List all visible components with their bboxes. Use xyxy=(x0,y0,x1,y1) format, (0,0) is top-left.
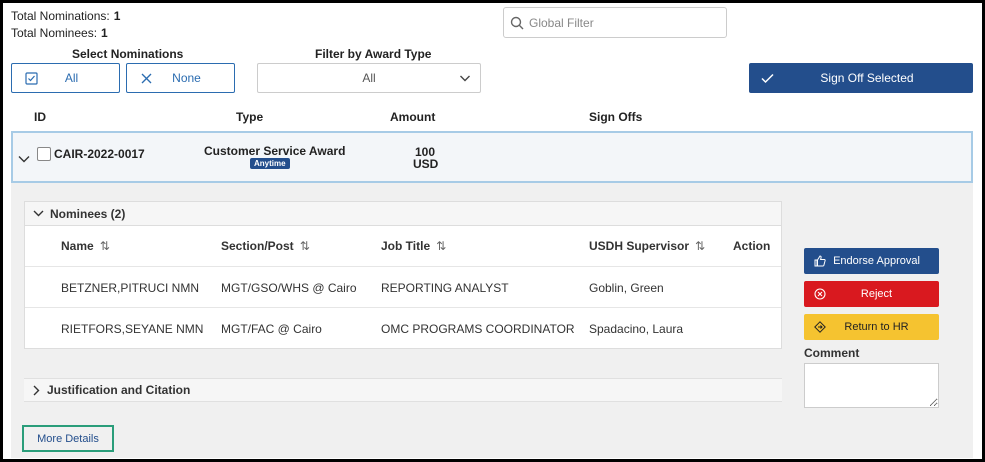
nominees-header-label: Nominees (2) xyxy=(50,206,126,221)
nomination-row[interactable]: CAIR-2022-0017 Customer Service Award An… xyxy=(11,131,973,183)
nominees-header[interactable]: Nominees (2) xyxy=(25,202,781,226)
column-header-usdh-supervisor-label: USDH Supervisor xyxy=(589,239,690,253)
column-header-section-post[interactable]: Section/Post ⇅ xyxy=(221,239,310,253)
column-header-id: ID xyxy=(34,110,46,124)
justification-label: Justification and Citation xyxy=(47,383,191,397)
chevron-down-icon xyxy=(33,209,44,218)
comment-label: Comment xyxy=(804,346,860,360)
nomination-type: Customer Service Award xyxy=(204,144,346,158)
nomination-checkbox[interactable] xyxy=(37,147,51,161)
sort-icon: ⇅ xyxy=(99,239,110,253)
column-header-job-title[interactable]: Job Title ⇅ xyxy=(381,239,446,253)
thumbs-up-icon xyxy=(814,255,826,267)
global-filter-input[interactable]: Global Filter xyxy=(503,7,727,38)
column-header-job-title-label: Job Title xyxy=(381,239,431,253)
more-details-label: More Details xyxy=(37,432,99,445)
chevron-down-icon xyxy=(459,72,471,87)
nominee-supervisor: Goblin, Green xyxy=(589,281,664,295)
return-to-hr-label: Return to HR xyxy=(844,321,909,333)
nominee-name: BETZNER,PITRUCI NMN xyxy=(61,281,199,295)
total-nominees: Total Nominees: 1 xyxy=(11,26,108,40)
column-header-section-post-label: Section/Post xyxy=(221,239,294,253)
table-row: RIETFORS,SEYANE NMN MGT/FAC @ Cairo OMC … xyxy=(25,307,781,348)
sort-icon: ⇅ xyxy=(299,239,310,253)
sort-icon: ⇅ xyxy=(436,239,447,253)
nominee-job-title: OMC PROGRAMS COORDINATOR xyxy=(381,322,575,336)
nominee-section: MGT/GSO/WHS @ Cairo xyxy=(221,281,357,295)
award-type-value: All xyxy=(362,71,376,85)
nominee-name: RIETFORS,SEYANE NMN xyxy=(61,322,204,336)
return-to-hr-button[interactable]: Return to HR xyxy=(804,314,939,340)
total-nominations-label: Total Nominations: xyxy=(11,9,110,23)
sign-off-selected-button[interactable]: Sign Off Selected xyxy=(749,63,973,93)
nominee-section: MGT/FAC @ Cairo xyxy=(221,322,322,336)
nominee-job-title: REPORTING ANALYST xyxy=(381,281,509,295)
select-all-button[interactable]: All xyxy=(11,63,120,93)
select-none-button[interactable]: None xyxy=(126,63,235,93)
nomination-id: CAIR-2022-0017 xyxy=(54,147,145,161)
column-header-usdh-supervisor[interactable]: USDH Supervisor ⇅ xyxy=(589,239,705,253)
expand-chevron-down-icon[interactable] xyxy=(18,151,30,169)
comment-textarea[interactable] xyxy=(804,363,939,408)
reject-button[interactable]: Reject xyxy=(804,281,939,307)
justification-accordion[interactable]: Justification and Citation xyxy=(24,378,782,402)
column-header-name[interactable]: Name ⇅ xyxy=(61,239,110,253)
column-header-type: Type xyxy=(236,110,264,124)
award-badge: Anytime xyxy=(250,158,290,169)
global-filter-placeholder: Global Filter xyxy=(529,15,594,30)
checkbox-check-icon xyxy=(24,71,38,85)
column-header-action: Action xyxy=(733,239,771,253)
search-icon xyxy=(510,16,524,29)
check-icon xyxy=(761,73,775,84)
column-header-sign-offs: Sign Offs xyxy=(589,110,643,124)
more-details-link[interactable]: More Details xyxy=(22,425,114,452)
column-header-name-label: Name xyxy=(61,239,94,253)
award-filter-label: Filter by Award Type xyxy=(315,47,432,61)
reject-label: Reject xyxy=(860,288,893,300)
table-row: BETZNER,PITRUCI NMN MGT/GSO/WHS @ Cairo … xyxy=(25,266,781,307)
sign-off-selected-label: Sign Off Selected xyxy=(820,71,914,85)
nominee-supervisor: Spadacino, Laura xyxy=(589,322,684,336)
diamond-arrow-icon xyxy=(814,321,826,333)
award-type-dropdown[interactable]: All xyxy=(257,63,481,93)
select-all-label: All xyxy=(64,71,79,85)
total-nominations-value: 1 xyxy=(113,9,121,23)
total-nominees-value: 1 xyxy=(101,26,108,40)
close-icon xyxy=(139,71,153,85)
select-none-label: None xyxy=(172,71,201,85)
chevron-right-icon xyxy=(32,385,40,396)
total-nominees-label: Total Nominees: xyxy=(11,26,98,40)
select-nominations-label: Select Nominations xyxy=(72,47,184,61)
column-header-amount: Amount xyxy=(390,110,436,124)
endorse-approval-label: Endorse Approval xyxy=(833,255,920,267)
total-nominations: Total Nominations: 1 xyxy=(11,9,120,23)
sort-icon: ⇅ xyxy=(695,239,706,253)
nomination-amount-currency: USD xyxy=(413,157,439,171)
circle-x-icon xyxy=(814,288,826,300)
nominees-table: Nominees (2) Name ⇅ Section/Post ⇅ Job Tit… xyxy=(24,201,782,349)
endorse-approval-button[interactable]: Endorse Approval xyxy=(804,248,939,274)
